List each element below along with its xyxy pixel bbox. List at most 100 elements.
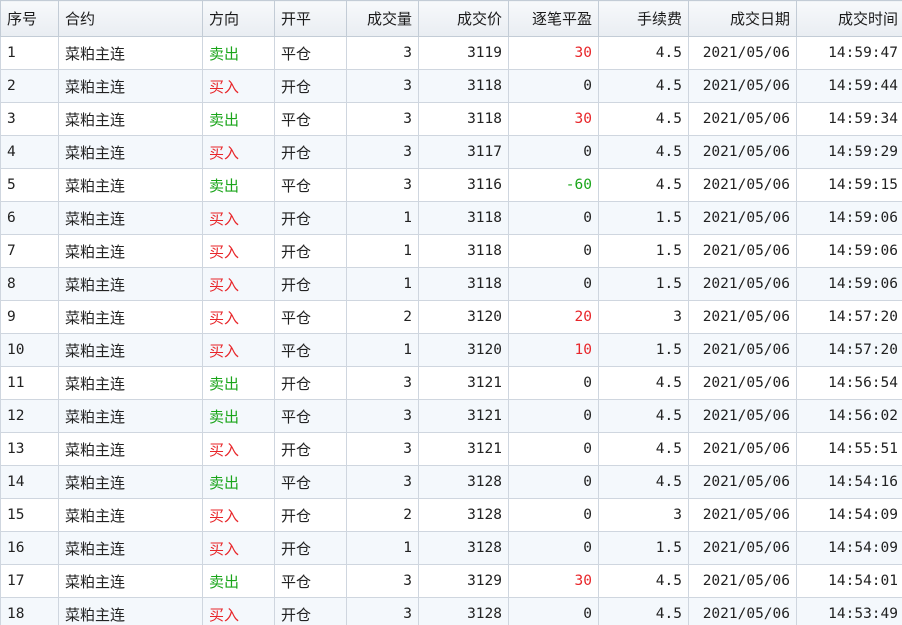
cell-time: 14:59:44	[796, 69, 902, 103]
cell-contract: 菜粕主连	[58, 498, 203, 532]
cell-seq: 2	[0, 69, 59, 103]
cell-volume: 3	[346, 432, 419, 466]
cell-direction: 卖出	[202, 366, 275, 400]
table-row[interactable]: 18 菜粕主连 买入 开仓 3 3128 0 4.5 2021/05/06 14:53:49	[0, 597, 902, 625]
cell-direction: 买入	[202, 267, 275, 301]
cell-fee: 1.5	[598, 267, 689, 301]
table-row[interactable]: 5 菜粕主连 卖出 平仓 3 3116 -60 4.5 2021/05/06 14:59:15	[0, 168, 902, 202]
cell-price: 3121	[418, 432, 509, 466]
table-row[interactable]: 14 菜粕主连 卖出 平仓 3 3128 0 4.5 2021/05/06 14:54:16	[0, 465, 902, 499]
table-row[interactable]: 13 菜粕主连 买入 开仓 3 3121 0 4.5 2021/05/06 14:55:51	[0, 432, 902, 466]
column-header-direction[interactable]: 方向	[202, 0, 275, 37]
cell-offset: 开仓	[274, 498, 347, 532]
table-row[interactable]: 9 菜粕主连 买入 平仓 2 3120 20 3 2021/05/06 14:57:20	[0, 300, 902, 334]
cell-contract: 菜粕主连	[58, 69, 203, 103]
cell-direction: 卖出	[202, 168, 275, 202]
column-header-time[interactable]: 成交时间	[796, 0, 902, 37]
cell-contract: 菜粕主连	[58, 135, 203, 169]
column-header-contract[interactable]: 合约	[58, 0, 203, 37]
cell-price: 3117	[418, 135, 509, 169]
cell-offset: 平仓	[274, 36, 347, 70]
cell-fee: 4.5	[598, 168, 689, 202]
table-row[interactable]: 16 菜粕主连 买入 开仓 1 3128 0 1.5 2021/05/06 14:54:09	[0, 531, 902, 565]
cell-direction: 买入	[202, 234, 275, 268]
cell-volume: 3	[346, 366, 419, 400]
cell-direction: 卖出	[202, 36, 275, 70]
table-row[interactable]: 15 菜粕主连 买入 开仓 2 3128 0 3 2021/05/06 14:54:09	[0, 498, 902, 532]
cell-fee: 4.5	[598, 36, 689, 70]
cell-seq: 11	[0, 366, 59, 400]
cell-volume: 3	[346, 36, 419, 70]
cell-fee: 4.5	[598, 399, 689, 433]
table-row[interactable]: 17 菜粕主连 卖出 平仓 3 3129 30 4.5 2021/05/06 14:54:01	[0, 564, 902, 598]
cell-direction: 买入	[202, 432, 275, 466]
column-header-seq[interactable]: 序号	[0, 0, 59, 37]
header-row: 序号 合约 方向 开平 成交量 成交价 逐笔平盈 手续费 成交日期 成交时间	[0, 0, 902, 37]
cell-offset: 开仓	[274, 135, 347, 169]
cell-fee: 4.5	[598, 432, 689, 466]
cell-direction: 买入	[202, 135, 275, 169]
table-row[interactable]: 6 菜粕主连 买入 开仓 1 3118 0 1.5 2021/05/06 14:59:06	[0, 201, 902, 235]
cell-direction: 卖出	[202, 465, 275, 499]
cell-time: 14:59:15	[796, 168, 902, 202]
table-row[interactable]: 2 菜粕主连 买入 开仓 3 3118 0 4.5 2021/05/06 14:59:44	[0, 69, 902, 103]
cell-direction: 卖出	[202, 102, 275, 136]
cell-contract: 菜粕主连	[58, 300, 203, 334]
trade-rows: 1 菜粕主连 卖出 平仓 3 3119 30 4.5 2021/05/06 14:59:47 2 菜粕…	[0, 36, 902, 625]
cell-date: 2021/05/06	[688, 366, 797, 400]
table-row[interactable]: 10 菜粕主连 买入 平仓 1 3120 10 1.5 2021/05/06 14:57:20	[0, 333, 902, 367]
cell-volume: 3	[346, 465, 419, 499]
cell-pnl: 0	[508, 531, 599, 565]
cell-seq: 14	[0, 465, 59, 499]
cell-pnl: 0	[508, 234, 599, 268]
cell-fee: 4.5	[598, 135, 689, 169]
cell-offset: 平仓	[274, 102, 347, 136]
cell-price: 3118	[418, 69, 509, 103]
cell-price: 3128	[418, 531, 509, 565]
cell-fee: 1.5	[598, 201, 689, 235]
cell-pnl: 0	[508, 366, 599, 400]
cell-fee: 1.5	[598, 234, 689, 268]
table-row[interactable]: 12 菜粕主连 卖出 平仓 3 3121 0 4.5 2021/05/06 14:56:02	[0, 399, 902, 433]
cell-volume: 2	[346, 300, 419, 334]
cell-offset: 平仓	[274, 333, 347, 367]
cell-offset: 开仓	[274, 267, 347, 301]
column-header-fee[interactable]: 手续费	[598, 0, 689, 37]
cell-direction: 买入	[202, 333, 275, 367]
table-row[interactable]: 11 菜粕主连 卖出 开仓 3 3121 0 4.5 2021/05/06 14:56:54	[0, 366, 902, 400]
cell-fee: 4.5	[598, 465, 689, 499]
table-row[interactable]: 7 菜粕主连 买入 开仓 1 3118 0 1.5 2021/05/06 14:59:06	[0, 234, 902, 268]
column-header-offset[interactable]: 开平	[274, 0, 347, 37]
column-header-price[interactable]: 成交价	[418, 0, 509, 37]
table-row[interactable]: 4 菜粕主连 买入 开仓 3 3117 0 4.5 2021/05/06 14:59:29	[0, 135, 902, 169]
table-row[interactable]: 3 菜粕主连 卖出 平仓 3 3118 30 4.5 2021/05/06 14:59:34	[0, 102, 902, 136]
cell-date: 2021/05/06	[688, 69, 797, 103]
cell-date: 2021/05/06	[688, 300, 797, 334]
cell-date: 2021/05/06	[688, 465, 797, 499]
cell-price: 3129	[418, 564, 509, 598]
cell-time: 14:56:54	[796, 366, 902, 400]
trade-records-table: 序号 合约 方向 开平 成交量 成交价 逐笔平盈 手续费 成交日期 成交时间 1…	[0, 0, 902, 625]
cell-price: 3128	[418, 465, 509, 499]
cell-time: 14:59:29	[796, 135, 902, 169]
cell-offset: 开仓	[274, 69, 347, 103]
cell-contract: 菜粕主连	[58, 465, 203, 499]
cell-time: 14:57:20	[796, 300, 902, 334]
column-header-volume[interactable]: 成交量	[346, 0, 419, 37]
cell-time: 14:53:49	[796, 597, 902, 625]
table-row[interactable]: 1 菜粕主连 卖出 平仓 3 3119 30 4.5 2021/05/06 14:59:47	[0, 36, 902, 70]
cell-seq: 3	[0, 102, 59, 136]
cell-seq: 13	[0, 432, 59, 466]
cell-offset: 开仓	[274, 234, 347, 268]
cell-fee: 4.5	[598, 69, 689, 103]
cell-pnl: -60	[508, 168, 599, 202]
cell-offset: 平仓	[274, 300, 347, 334]
table-row[interactable]: 8 菜粕主连 买入 开仓 1 3118 0 1.5 2021/05/06 14:59:06	[0, 267, 902, 301]
column-header-date[interactable]: 成交日期	[688, 0, 797, 37]
cell-date: 2021/05/06	[688, 399, 797, 433]
cell-time: 14:56:02	[796, 399, 902, 433]
column-header-pnl[interactable]: 逐笔平盈	[508, 0, 599, 37]
cell-seq: 1	[0, 36, 59, 70]
cell-direction: 卖出	[202, 399, 275, 433]
cell-date: 2021/05/06	[688, 234, 797, 268]
